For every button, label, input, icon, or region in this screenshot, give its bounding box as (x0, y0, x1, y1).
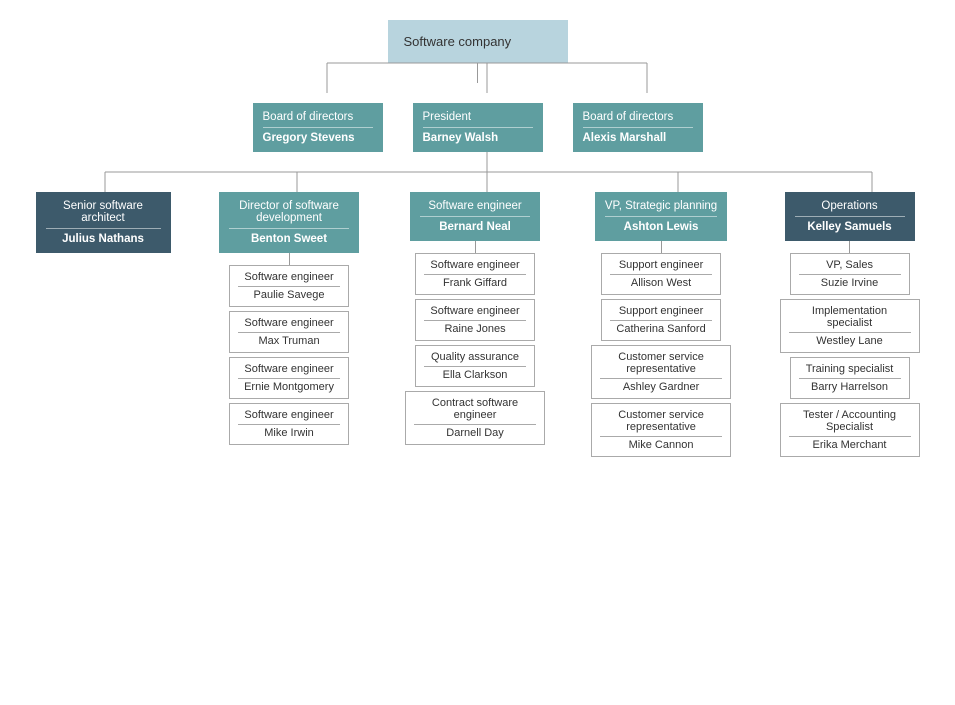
leaf-frank: Software engineer Frank Giffard (415, 253, 535, 295)
bernard-leaves: Software engineer Frank Giffard Software… (405, 253, 545, 445)
ashton-leaves: Support engineer Allison West Support en… (591, 253, 731, 457)
benton-leaves: Software engineer Paulie Savege Software… (229, 265, 349, 445)
org-chart: Software company Board of directors Greg… (0, 0, 955, 467)
l3-ashton-col: VP, Strategic planning Ashton Lewis Supp… (568, 192, 754, 457)
box-benton: Director of software development Benton … (219, 192, 359, 253)
box-ashton: VP, Strategic planning Ashton Lewis (595, 192, 727, 241)
root-box: Software company (388, 20, 568, 63)
connector-l2-l3 (10, 152, 945, 192)
l3-bernard-col: Software engineer Bernard Neal Software … (382, 192, 568, 445)
julius-name: Julius Nathans (46, 233, 161, 245)
gregory-name: Gregory Stevens (263, 132, 373, 144)
julius-role: Senior software architect (46, 200, 161, 224)
l3-julius-col: Senior software architect Julius Nathans (10, 192, 196, 253)
benton-role: Director of software development (229, 200, 349, 224)
kelley-name: Kelley Samuels (795, 221, 905, 233)
benton-name: Benton Sweet (229, 233, 349, 245)
bernard-name: Bernard Neal (420, 221, 530, 233)
leaf-maxtruman: Software engineer Max Truman (229, 311, 349, 353)
l3-benton-col: Director of software development Benton … (196, 192, 382, 445)
leaf-ella: Quality assurance Ella Clarkson (415, 345, 535, 387)
leaf-barry: Training specialist Barry Harrelson (790, 357, 910, 399)
leaf-darnell: Contract software engineer Darnell Day (405, 391, 545, 445)
level3-row: Senior software architect Julius Nathans… (10, 192, 945, 457)
alexis-name: Alexis Marshall (583, 132, 693, 144)
leaf-westley: Implementation specialist Westley Lane (780, 299, 920, 353)
leaf-mikeirwin: Software engineer Mike Irwin (229, 403, 349, 445)
ashton-name: Ashton Lewis (605, 221, 717, 233)
ashton-role: VP, Strategic planning (605, 200, 717, 212)
box-julius: Senior software architect Julius Nathans (36, 192, 171, 253)
leaf-catherina: Support engineer Catherina Sanford (601, 299, 721, 341)
leaf-mikecannon: Customer service representative Mike Can… (591, 403, 731, 457)
kelley-role: Operations (795, 200, 905, 212)
l3-kelley-col: Operations Kelley Samuels VP, Sales Suzi… (754, 192, 945, 457)
svg-l2-lines (10, 63, 945, 123)
box-kelley: Operations Kelley Samuels (785, 192, 915, 241)
leaf-suzie: VP, Sales Suzie Irvine (790, 253, 910, 295)
barney-name: Barney Walsh (423, 132, 533, 144)
leaf-raine: Software engineer Raine Jones (415, 299, 535, 341)
leaf-ashley: Customer service representative Ashley G… (591, 345, 731, 399)
leaf-ernie: Software engineer Ernie Montgomery (229, 357, 349, 399)
leaf-paulie: Software engineer Paulie Savege (229, 265, 349, 307)
kelley-leaves: VP, Sales Suzie Irvine Implementation sp… (780, 253, 920, 457)
svg-l3-lines (10, 152, 945, 192)
bernard-role: Software engineer (420, 200, 530, 212)
leaf-allison: Support engineer Allison West (601, 253, 721, 295)
root-role: Software company (404, 34, 512, 49)
box-bernard: Software engineer Bernard Neal (410, 192, 540, 241)
leaf-erika: Tester / Accounting Specialist Erika Mer… (780, 403, 920, 457)
